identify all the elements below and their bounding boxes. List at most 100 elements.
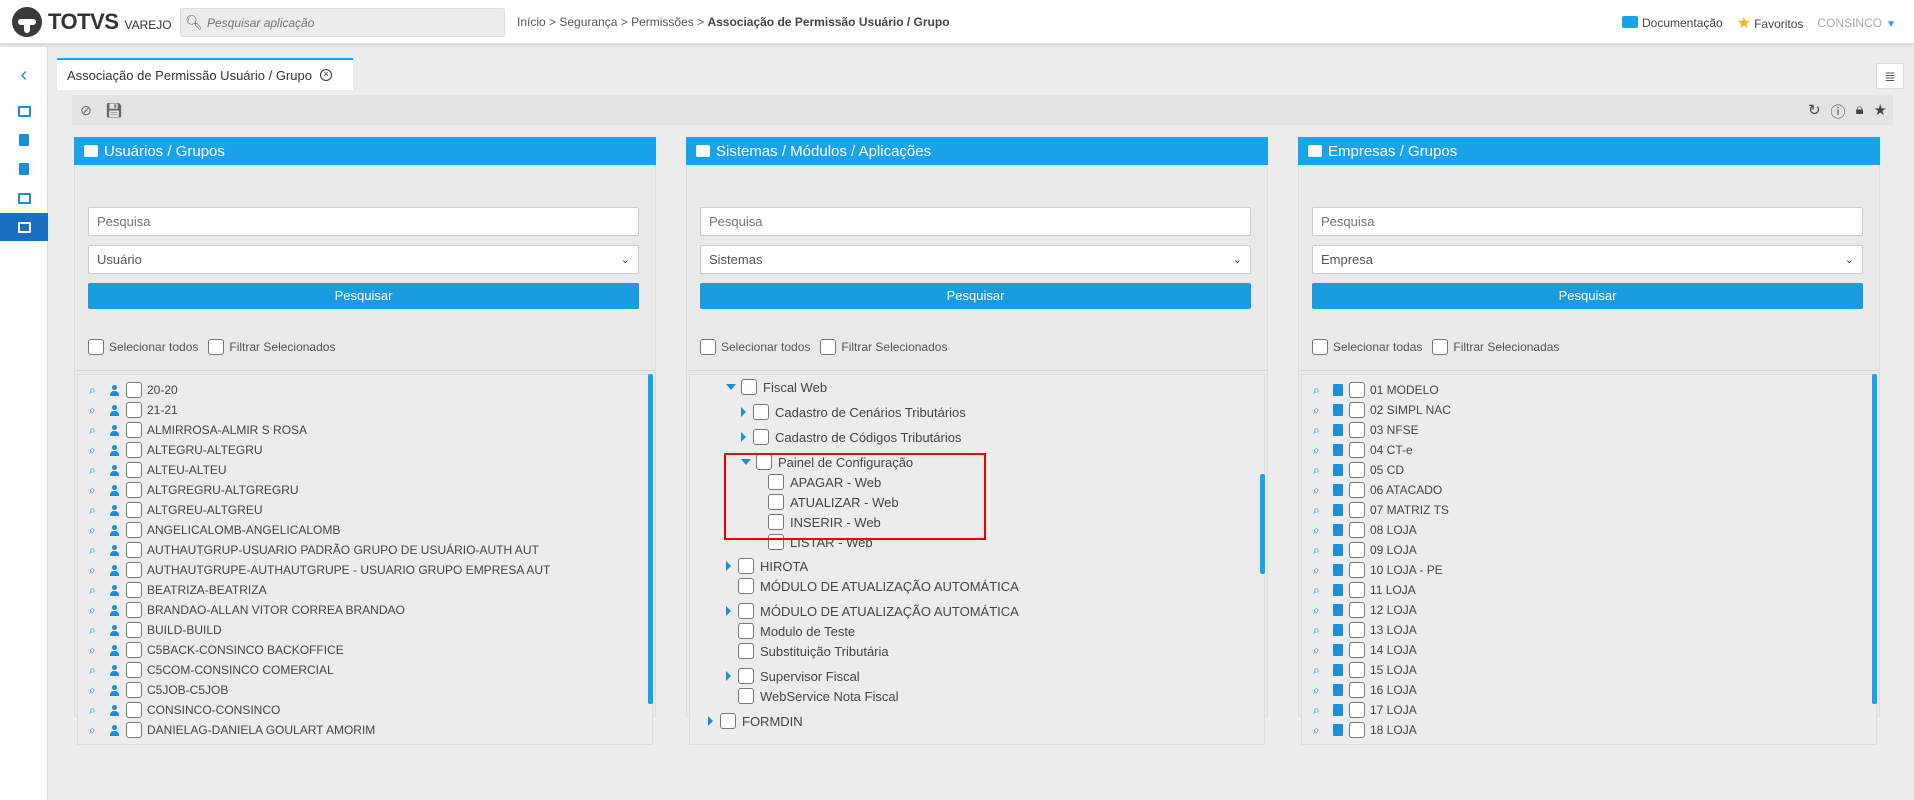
companies-search-input[interactable] [1312, 207, 1863, 236]
checkbox[interactable] [1349, 462, 1365, 478]
building-icon[interactable] [1333, 624, 1343, 636]
list-item[interactable]: ⌕ 15 LOJA [1302, 660, 1876, 680]
list-item[interactable]: ⌕ 11 LOJA [1302, 580, 1876, 600]
checkbox[interactable] [1349, 502, 1365, 518]
magnifier-icon[interactable]: ⌕ [89, 463, 103, 478]
breadcrumb-path[interactable]: Início > Segurança > Permissões > [517, 15, 707, 29]
building-icon[interactable] [1333, 444, 1343, 456]
sidebar-item-2[interactable] [0, 126, 48, 154]
checkbox[interactable] [126, 622, 142, 638]
tree-node-supervisor[interactable]: Supervisor Fiscal [726, 668, 860, 684]
building-icon[interactable] [1333, 664, 1343, 676]
checkbox[interactable] [741, 379, 757, 395]
collapsed-caret-icon[interactable] [741, 407, 746, 417]
magnifier-icon[interactable]: ⌕ [1313, 723, 1327, 738]
magnifier-icon[interactable]: ⌕ [89, 383, 103, 398]
checkbox[interactable] [1349, 382, 1365, 398]
tree-node-substituicao[interactable]: Substituição Tributária [738, 643, 889, 659]
companies-filter-selected[interactable]: Filtrar Selecionadas [1432, 339, 1559, 355]
magnifier-icon[interactable]: ⌕ [1313, 443, 1327, 458]
list-item[interactable]: ⌕ 12 LOJA [1302, 600, 1876, 620]
favorites-link[interactable]: ★ Favoritos [1737, 13, 1804, 33]
magnifier-icon[interactable]: ⌕ [89, 683, 103, 698]
list-item[interactable]: ⌕ 01 MODELO [1302, 380, 1876, 400]
list-item[interactable]: ⌕ ALTEGRU-ALTEGRU [78, 440, 652, 460]
checkbox[interactable] [1349, 562, 1365, 578]
magnifier-icon[interactable]: ⌕ [89, 563, 103, 578]
users-type-select[interactable]: Usuário ⌄ [88, 245, 639, 274]
building-icon[interactable] [1333, 724, 1343, 736]
checkbox[interactable] [1349, 422, 1365, 438]
collapsed-caret-icon[interactable] [741, 432, 746, 442]
magnifier-icon[interactable]: ⌕ [1313, 703, 1327, 718]
magnifier-icon[interactable]: ⌕ [89, 583, 103, 598]
help-icon[interactable]: ⓘ [1831, 101, 1846, 122]
building-icon[interactable] [1333, 464, 1343, 476]
list-item[interactable]: ⌕ ALMIRROSA-ALMIR S ROSA [78, 420, 652, 440]
building-icon[interactable] [1333, 544, 1343, 556]
user-icon[interactable] [109, 424, 120, 436]
magnifier-icon[interactable]: ⌕ [89, 623, 103, 638]
magnifier-icon[interactable]: ⌕ [1313, 643, 1327, 658]
building-icon[interactable] [1333, 584, 1343, 596]
checkbox[interactable] [1349, 682, 1365, 698]
magnifier-icon[interactable]: ⌕ [89, 503, 103, 518]
sidebar-item-3[interactable] [0, 155, 48, 183]
checkbox[interactable] [1349, 402, 1365, 418]
magnifier-icon[interactable]: ⌕ [1313, 563, 1327, 578]
checkbox[interactable] [1349, 442, 1365, 458]
tree-node-formdin[interactable]: FORMDIN [708, 713, 803, 729]
checkbox[interactable] [738, 688, 754, 704]
building-icon[interactable] [1333, 604, 1343, 616]
checkbox[interactable] [1312, 339, 1328, 355]
user-icon[interactable] [109, 724, 120, 736]
tree-node-fiscal-web[interactable]: Fiscal Web [726, 379, 827, 395]
expanded-caret-icon[interactable] [726, 384, 736, 390]
users-select-all[interactable]: Selecionar todos [88, 339, 198, 355]
magnifier-icon[interactable]: ⌕ [1313, 683, 1327, 698]
checkbox[interactable] [126, 382, 142, 398]
systems-type-select[interactable]: Sistemas ⌄ [700, 245, 1251, 274]
magnifier-icon[interactable]: ⌕ [1313, 383, 1327, 398]
magnifier-icon[interactable]: ⌕ [1313, 463, 1327, 478]
building-icon[interactable] [1333, 384, 1343, 396]
checkbox[interactable] [126, 522, 142, 538]
checkbox[interactable] [126, 602, 142, 618]
building-icon[interactable] [1333, 564, 1343, 576]
checkbox[interactable] [1432, 339, 1449, 355]
tree-node-hirota[interactable]: HIROTA [726, 558, 808, 574]
checkbox[interactable] [1349, 622, 1365, 638]
user-menu[interactable]: CONSINCO ▼ [1817, 16, 1896, 30]
checkbox[interactable] [753, 404, 769, 420]
magnifier-icon[interactable]: ⌕ [1313, 583, 1327, 598]
list-item[interactable]: ⌕ ALTEU-ALTEU [78, 460, 652, 480]
companies-type-select[interactable]: Empresa ⌄ [1312, 245, 1863, 274]
user-icon[interactable] [109, 404, 120, 416]
checkbox[interactable] [126, 462, 142, 478]
cancel-icon[interactable]: ⊘ [78, 102, 94, 118]
companies-search-button[interactable]: Pesquisar [1312, 283, 1863, 309]
list-item[interactable]: ⌕ C5JOB-C5JOB [78, 680, 652, 700]
checkbox[interactable] [126, 582, 142, 598]
checkbox[interactable] [738, 558, 754, 574]
list-item[interactable]: ⌕ 18 LOJA [1302, 720, 1876, 740]
magnifier-icon[interactable]: ⌕ [89, 543, 103, 558]
user-icon[interactable] [109, 684, 120, 696]
checkbox[interactable] [126, 722, 142, 738]
sidebar-item-4[interactable] [0, 184, 48, 212]
list-item[interactable]: ⌕ 07 MATRIZ TS [1302, 500, 1876, 520]
checkbox[interactable] [126, 442, 142, 458]
list-item[interactable]: ⌕ C5BACK-CONSINCO BACKOFFICE [78, 640, 652, 660]
list-item[interactable]: ⌕ BEATRIZA-BEATRIZA [78, 580, 652, 600]
checkbox[interactable] [720, 713, 736, 729]
user-icon[interactable] [109, 704, 120, 716]
checkbox[interactable] [738, 623, 754, 639]
companies-select-all[interactable]: Selecionar todas [1312, 339, 1422, 355]
companies-scrollbar[interactable] [1872, 374, 1877, 704]
building-icon[interactable] [1333, 484, 1343, 496]
user-icon[interactable] [109, 604, 120, 616]
checkbox[interactable] [126, 642, 142, 658]
checkbox[interactable] [820, 339, 837, 355]
systems-scrollbar[interactable] [1260, 474, 1265, 574]
magnifier-icon[interactable]: ⌕ [1313, 663, 1327, 678]
